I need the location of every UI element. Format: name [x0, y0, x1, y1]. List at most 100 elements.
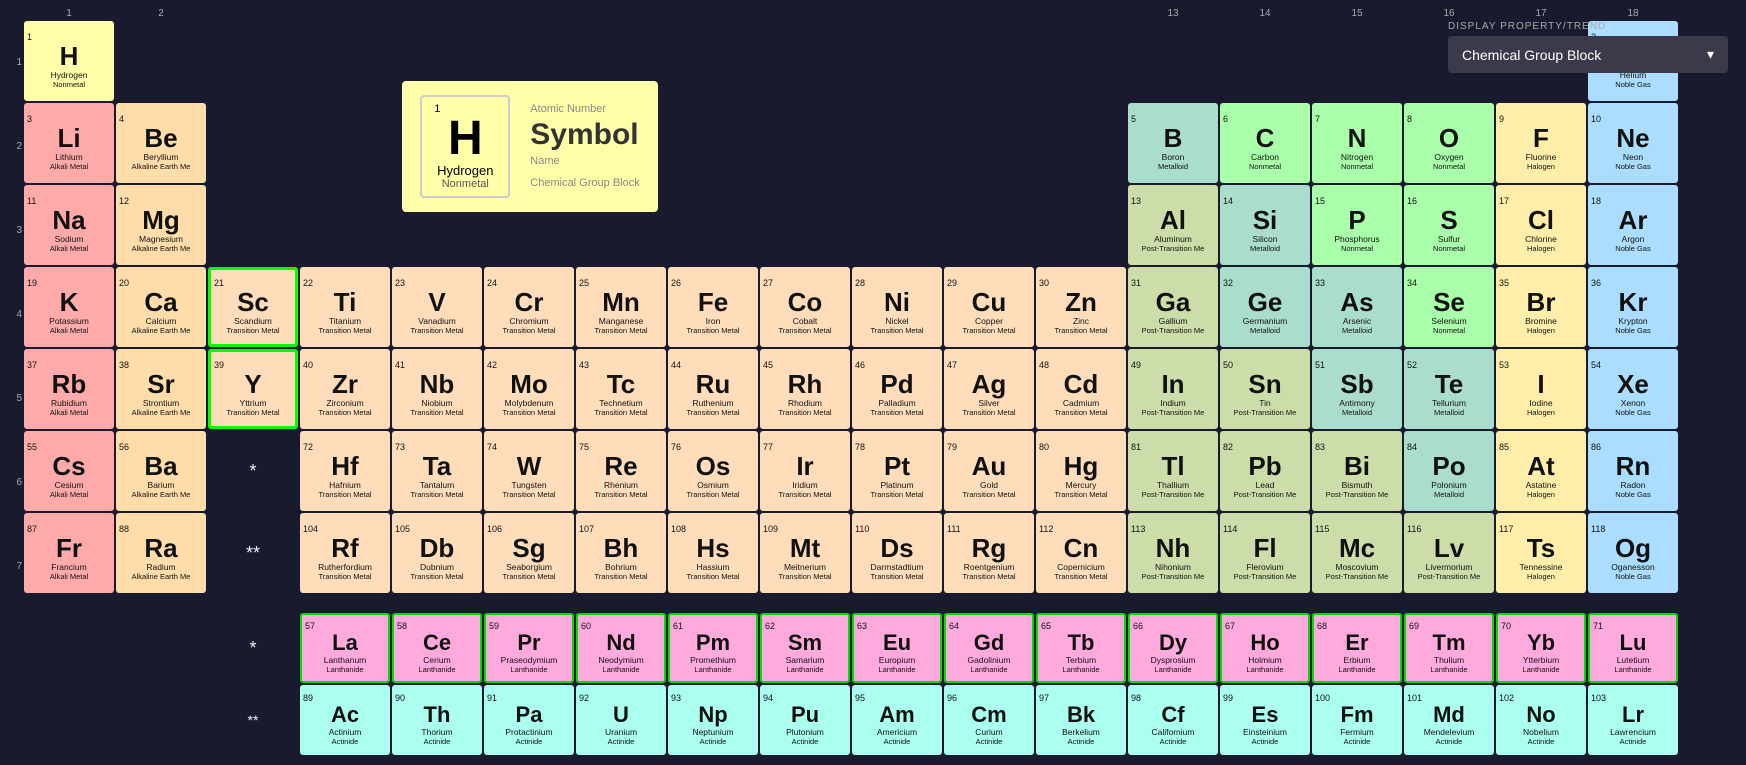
element-Ce[interactable]: 58CeCeriumLanthanide	[392, 613, 482, 683]
element-Br[interactable]: 35BrBromineHalogen	[1496, 267, 1586, 347]
element-Ta[interactable]: 73TaTantalumTransition Metal	[392, 431, 482, 511]
element-Hf[interactable]: 72HfHafniumTransition Metal	[300, 431, 390, 511]
element-I[interactable]: 53IIodineHalogen	[1496, 349, 1586, 429]
element-H[interactable]: 1HHydrogenNonmetal	[24, 21, 114, 101]
element-Kr[interactable]: 36KrKryptonNoble Gas	[1588, 267, 1678, 347]
element-Ge[interactable]: 32GeGermaniumMetalloid	[1220, 267, 1310, 347]
element-Na[interactable]: 11NaSodiumAlkali Metal	[24, 185, 114, 265]
element-Cn[interactable]: 112CnCoperniciumTransition Metal	[1036, 513, 1126, 593]
element-Au[interactable]: 79AuGoldTransition Metal	[944, 431, 1034, 511]
element-Sc[interactable]: 21ScScandiumTransition Metal	[208, 267, 298, 347]
element-Sn[interactable]: 50SnTinPost-Transition Me	[1220, 349, 1310, 429]
element-Ga[interactable]: 31GaGalliumPost-Transition Me	[1128, 267, 1218, 347]
element-Hg[interactable]: 80HgMercuryTransition Metal	[1036, 431, 1126, 511]
element-Rh[interactable]: 45RhRhodiumTransition Metal	[760, 349, 850, 429]
element-Zn[interactable]: 30ZnZincTransition Metal	[1036, 267, 1126, 347]
element-Ru[interactable]: 44RuRutheniumTransition Metal	[668, 349, 758, 429]
element-Ti[interactable]: 22TiTitaniumTransition Metal	[300, 267, 390, 347]
element-Nh[interactable]: 113NhNihoniumPost-Transition Me	[1128, 513, 1218, 593]
element-Ne[interactable]: 10NeNeonNoble Gas	[1588, 103, 1678, 183]
element-Lr[interactable]: 103LrLawrenciumActinide	[1588, 685, 1678, 755]
element-Fl[interactable]: 114FlFleroviumPost-Transition Me	[1220, 513, 1310, 593]
element-Rn[interactable]: 86RnRadonNoble Gas	[1588, 431, 1678, 511]
element-Pt[interactable]: 78PtPlatinumTransition Metal	[852, 431, 942, 511]
element-Ir[interactable]: 77IrIridiumTransition Metal	[760, 431, 850, 511]
element-Eu[interactable]: 63EuEuropiumLanthanide	[852, 613, 942, 683]
chemical-group-dropdown[interactable]: Chemical Group Block ▾	[1448, 36, 1728, 73]
element-O[interactable]: 8OOxygenNonmetal	[1404, 103, 1494, 183]
element-Rf[interactable]: 104RfRutherfordiumTransition Metal	[300, 513, 390, 593]
element-Dy[interactable]: 66DyDysprosiumLanthanide	[1128, 613, 1218, 683]
element-Po[interactable]: 84PoPoloniumMetalloid	[1404, 431, 1494, 511]
element-Pb[interactable]: 82PbLeadPost-Transition Me	[1220, 431, 1310, 511]
element-Fr[interactable]: 87FrFranciumAlkali Metal	[24, 513, 114, 593]
element-S[interactable]: 16SSulfurNonmetal	[1404, 185, 1494, 265]
element-Md[interactable]: 101MdMendeleviumActinide	[1404, 685, 1494, 755]
element-Sb[interactable]: 51SbAntimonyMetalloid	[1312, 349, 1402, 429]
element-U[interactable]: 92UUraniumActinide	[576, 685, 666, 755]
element-Ac[interactable]: 89AcActiniumActinide	[300, 685, 390, 755]
element-Og[interactable]: 118OgOganessonNoble Gas	[1588, 513, 1678, 593]
element-Mn[interactable]: 25MnManganeseTransition Metal	[576, 267, 666, 347]
element-Zr[interactable]: 40ZrZirconiumTransition Metal	[300, 349, 390, 429]
element-Rb[interactable]: 37RbRubidiumAlkali Metal	[24, 349, 114, 429]
element-Fe[interactable]: 26FeIronTransition Metal	[668, 267, 758, 347]
element-As[interactable]: 33AsArsenicMetalloid	[1312, 267, 1402, 347]
element-Se[interactable]: 34SeSeleniumNonmetal	[1404, 267, 1494, 347]
element-Yb[interactable]: 70YbYtterbiumLanthanide	[1496, 613, 1586, 683]
element-Pr[interactable]: 59PrPraseodymiumLanthanide	[484, 613, 574, 683]
element-Cd[interactable]: 48CdCadmiumTransition Metal	[1036, 349, 1126, 429]
element-Be[interactable]: 4BeBerylliumAlkaline Earth Me	[116, 103, 206, 183]
element-Si[interactable]: 14SiSiliconMetalloid	[1220, 185, 1310, 265]
element-Bi[interactable]: 83BiBismuthPost-Transition Me	[1312, 431, 1402, 511]
element-Ds[interactable]: 110DsDarmstadtiumTransition Metal	[852, 513, 942, 593]
element-La[interactable]: 57LaLanthanumLanthanide	[300, 613, 390, 683]
element-Ts[interactable]: 117TsTennessineHalogen	[1496, 513, 1586, 593]
element-Tm[interactable]: 69TmThuliumLanthanide	[1404, 613, 1494, 683]
element-Co[interactable]: 27CoCobaltTransition Metal	[760, 267, 850, 347]
element-Rg[interactable]: 111RgRoentgeniumTransition Metal	[944, 513, 1034, 593]
element-F[interactable]: 9FFluorineHalogen	[1496, 103, 1586, 183]
element-Os[interactable]: 76OsOsmiumTransition Metal	[668, 431, 758, 511]
element-Mg[interactable]: 12MgMagnesiumAlkaline Earth Me	[116, 185, 206, 265]
element-Xe[interactable]: 54XeXenonNoble Gas	[1588, 349, 1678, 429]
element-Te[interactable]: 52TeTelluriumMetalloid	[1404, 349, 1494, 429]
element-Pm[interactable]: 61PmPromethiumLanthanide	[668, 613, 758, 683]
element-Ar[interactable]: 18ArArgonNoble Gas	[1588, 185, 1678, 265]
element-Bh[interactable]: 107BhBohriumTransition Metal	[576, 513, 666, 593]
element-Am[interactable]: 95AmAmericiumActinide	[852, 685, 942, 755]
element-Mt[interactable]: 109MtMeitneriumTransition Metal	[760, 513, 850, 593]
element-Bk[interactable]: 97BkBerkeliumActinide	[1036, 685, 1126, 755]
element-Cu[interactable]: 29CuCopperTransition Metal	[944, 267, 1034, 347]
element-Ag[interactable]: 47AgSilverTransition Metal	[944, 349, 1034, 429]
element-Cr[interactable]: 24CrChromiumTransition Metal	[484, 267, 574, 347]
element-Y[interactable]: 39YYttriumTransition Metal	[208, 349, 298, 429]
element-Db[interactable]: 105DbDubniumTransition Metal	[392, 513, 482, 593]
element-Tc[interactable]: 43TcTechnetiumTransition Metal	[576, 349, 666, 429]
element-V[interactable]: 23VVanadiumTransition Metal	[392, 267, 482, 347]
element-Es[interactable]: 99EsEinsteiniumActinide	[1220, 685, 1310, 755]
element-Ni[interactable]: 28NiNickelTransition Metal	[852, 267, 942, 347]
element-Cs[interactable]: 55CsCesiumAlkali Metal	[24, 431, 114, 511]
element-Np[interactable]: 93NpNeptuniumActinide	[668, 685, 758, 755]
element-N[interactable]: 7NNitrogenNonmetal	[1312, 103, 1402, 183]
element-Ho[interactable]: 67HoHolmiumLanthanide	[1220, 613, 1310, 683]
element-Gd[interactable]: 64GdGadoliniumLanthanide	[944, 613, 1034, 683]
element-Sr[interactable]: 38SrStrontiumAlkaline Earth Me	[116, 349, 206, 429]
element-Sm[interactable]: 62SmSamariumLanthanide	[760, 613, 850, 683]
element-Ba[interactable]: 56BaBariumAlkaline Earth Me	[116, 431, 206, 511]
element-Sg[interactable]: 106SgSeaborgiumTransition Metal	[484, 513, 574, 593]
element-W[interactable]: 74WTungstenTransition Metal	[484, 431, 574, 511]
element-Pu[interactable]: 94PuPlutoniumActinide	[760, 685, 850, 755]
element-Pa[interactable]: 91PaProtactiniumActinide	[484, 685, 574, 755]
element-Th[interactable]: 90ThThoriumActinide	[392, 685, 482, 755]
element-Mo[interactable]: 42MoMolybdenumTransition Metal	[484, 349, 574, 429]
element-B[interactable]: 5BBoronMetalloid	[1128, 103, 1218, 183]
element-Lv[interactable]: 116LvLivermoriumPost-Transition Me	[1404, 513, 1494, 593]
element-Ra[interactable]: 88RaRadiumAlkaline Earth Me	[116, 513, 206, 593]
element-In[interactable]: 49InIndiumPost-Transition Me	[1128, 349, 1218, 429]
element-Re[interactable]: 75ReRheniumTransition Metal	[576, 431, 666, 511]
element-Hs[interactable]: 108HsHassiumTransition Metal	[668, 513, 758, 593]
element-Er[interactable]: 68ErErbiumLanthanide	[1312, 613, 1402, 683]
element-Cl[interactable]: 17ClChlorineHalogen	[1496, 185, 1586, 265]
